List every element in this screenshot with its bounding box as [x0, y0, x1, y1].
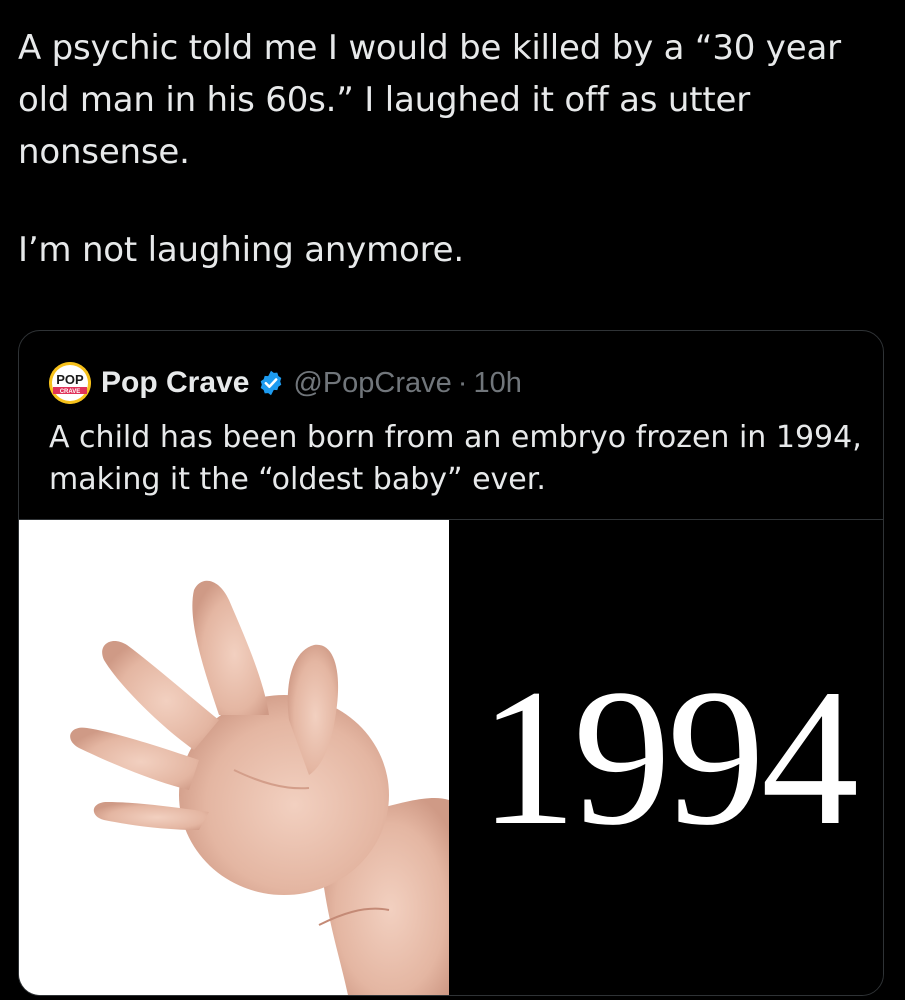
author-name[interactable]: Pop Crave — [101, 366, 249, 400]
author-handle[interactable]: @PopCrave — [293, 367, 451, 400]
year-graphic: 1994 — [449, 520, 883, 995]
tweet-text-paragraph-2: I’m not laughing anymore. — [18, 230, 464, 270]
timestamp[interactable]: 10h — [473, 367, 521, 400]
avatar-logo-top: POP — [56, 372, 84, 387]
quoted-tweet-header: POP CRAVE Pop Crave @PopCrave · 10h — [49, 361, 522, 405]
pop-crave-logo-icon: POP CRAVE — [49, 362, 91, 404]
quoted-tweet-media[interactable]: 1994 — [19, 519, 883, 995]
verified-badge-icon — [261, 370, 282, 396]
baby-hand-image — [19, 520, 449, 995]
year-text: 1994 — [479, 649, 859, 866]
avatar-logo-bottom: CRAVE — [60, 389, 81, 395]
quoted-tweet-text: A child has been born from an embryo fro… — [49, 420, 862, 497]
avatar[interactable]: POP CRAVE — [49, 362, 91, 404]
tweet-text: A psychic told me I would be killed by a… — [18, 22, 878, 276]
baby-hand-photo — [19, 520, 449, 995]
separator-dot: · — [457, 366, 468, 399]
quoted-tweet-card[interactable]: POP CRAVE Pop Crave @PopCrave · 10h A ch… — [18, 330, 884, 996]
tweet-text-paragraph-1: A psychic told me I would be killed by a… — [18, 28, 841, 172]
